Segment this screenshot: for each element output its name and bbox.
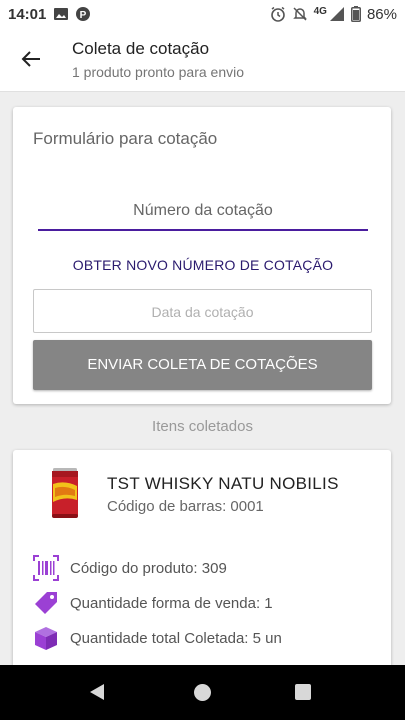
status-time: 14:01 <box>8 5 47 23</box>
system-nav-bar <box>0 665 405 720</box>
status-bar: 14:01 P 4G 86% <box>0 0 405 28</box>
product-code: Código do produto: 309 <box>70 559 227 577</box>
total-quantity-row: Quantidade total Coletada: 5 un <box>33 625 282 651</box>
send-quotes-button[interactable]: ENVIAR COLETA DE COTAÇÕES <box>33 340 372 390</box>
quote-number-input[interactable]: Número da cotação <box>38 197 368 231</box>
get-new-number-button[interactable]: OBTER NOVO NÚMERO DE COTAÇÃO <box>38 252 368 278</box>
collected-item-card[interactable]: TST WHISKY NATU NOBILIS Código de barras… <box>13 450 391 680</box>
sale-quantity-row: Quantidade forma de venda: 1 <box>33 590 273 616</box>
app-bar: Coleta de cotação 1 produto pronto para … <box>0 28 405 92</box>
barcode-icon <box>33 555 59 581</box>
product-barcode: Código de barras: 0001 <box>107 498 264 515</box>
sale-quantity: Quantidade forma de venda: 1 <box>70 594 273 612</box>
product-image <box>50 466 80 522</box>
tag-icon <box>33 590 59 616</box>
nav-home-icon[interactable] <box>194 684 211 701</box>
quotation-form-card: Formulário para cotação Número da cotaçã… <box>13 107 391 404</box>
svg-text:P: P <box>80 10 87 21</box>
nav-back-icon[interactable] <box>89 683 105 706</box>
arrow-back-icon <box>21 51 40 67</box>
product-name: TST WHISKY NATU NOBILIS <box>107 474 339 493</box>
battery-icon <box>350 6 361 22</box>
page-subtitle: 1 produto pronto para envio <box>72 64 245 80</box>
network-type: 4G <box>313 5 327 17</box>
items-section-label: Itens coletados <box>152 418 253 435</box>
nav-recents-icon[interactable] <box>295 684 311 700</box>
box-icon <box>33 625 59 651</box>
p-app-icon: P <box>76 7 91 21</box>
signal-icon <box>329 6 345 22</box>
form-heading: Formulário para cotação <box>33 129 218 148</box>
quote-date-input[interactable]: Data da cotação <box>33 289 372 333</box>
notifications-off-icon <box>292 6 308 22</box>
back-button[interactable] <box>16 44 46 74</box>
product-code-row: Código do produto: 309 <box>33 555 227 581</box>
total-quantity: Quantidade total Coletada: 5 un <box>70 629 282 647</box>
battery-level: 86% <box>366 5 397 23</box>
image-icon <box>54 7 69 21</box>
alarm-icon <box>270 6 286 22</box>
page-title: Coleta de cotação <box>72 39 210 58</box>
